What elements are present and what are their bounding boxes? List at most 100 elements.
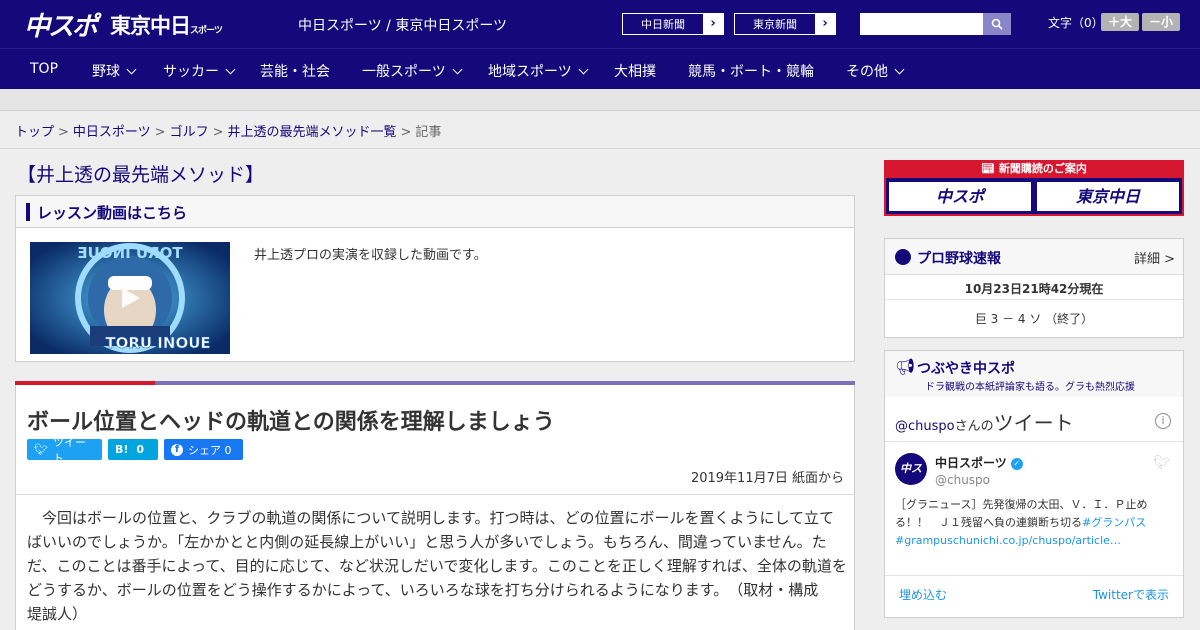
breadcrumb-method-list[interactable]: 井上透の最先端メソッド一覧 <box>228 125 397 140</box>
section-title: 【井上透の最先端メソッド】 <box>17 164 265 186</box>
baseball-details-link[interactable]: 詳細 > <box>1134 248 1175 267</box>
tweet-author-name[interactable]: 中日スポーツ ✓ <box>935 454 1023 471</box>
breadcrumb-sep: > <box>400 125 412 140</box>
tweets-subtitle: ドラ観戦の本紙評論家も語る。グラも熱烈応援 <box>925 382 1135 393</box>
breadcrumb-sep: > <box>58 125 69 140</box>
divider <box>885 299 1183 300</box>
nav-item-entertainment[interactable]: 芸能・社会 <box>260 61 330 81</box>
nav-item-soccer[interactable]: サッカー <box>163 61 236 81</box>
twitter-bird-icon[interactable]: 🐦︎ <box>1153 455 1171 471</box>
video-thumbnail[interactable]: TORU INOUE TORU INOUE <box>30 242 230 354</box>
nav-item-baseball[interactable]: 野球 <box>92 61 137 81</box>
chevron-down-icon <box>578 64 589 75</box>
megaphone-icon: 📢︎ <box>895 357 916 376</box>
nav-label: 一般スポーツ <box>362 64 446 80</box>
tweets-title: つぶやき中スポ <box>917 361 1015 377</box>
nav-label: 大相撲 <box>614 64 656 80</box>
article-topline <box>15 381 855 385</box>
main-nav: TOP 野球 サッカー 芸能・社会 一般スポーツ 地域スポーツ 大相撲 競馬・ボ… <box>0 48 1200 89</box>
tweets-header: 📢︎ つぶやき中スポ ドラ観戦の本紙評論家も語る。グラも熱烈応援 <box>885 351 1183 397</box>
timeline-handle[interactable]: @chuspo <box>895 419 955 434</box>
embed-link[interactable]: 埋め込む <box>899 586 947 603</box>
subscription-promo-heading: 📰︎ 新聞購読のご案内 <box>884 160 1184 178</box>
video-thumbnail-art: TORU INOUE TORU INOUE <box>30 242 230 354</box>
search-icon <box>991 18 1003 30</box>
tokyo-chunichi-logo[interactable]: 東京中日スポーツ <box>110 10 223 40</box>
font-size-label: 文字（0） <box>1048 16 1104 30</box>
facebook-share-label: シェア 0 <box>188 443 232 457</box>
breadcrumb-top[interactable]: トップ <box>15 125 54 140</box>
chevron-right-icon: › <box>703 14 723 34</box>
tweet-hashtag-link[interactable]: #グランパス <box>1082 516 1146 529</box>
nav-label: 地域スポーツ <box>488 64 572 80</box>
tweet-button[interactable]: 🐦︎ ツイート <box>27 436 102 465</box>
avatar[interactable]: 中スポ <box>895 453 927 507</box>
chunichi-shimbun-button[interactable]: 中日新聞 › <box>622 13 724 35</box>
nav-label: 芸能・社会 <box>260 64 330 80</box>
subscription-promo-label: 新聞購読のご案内 <box>998 162 1087 175</box>
chevron-down-icon <box>452 64 463 75</box>
baseball-icon <box>895 249 911 265</box>
subscription-promo: 📰︎ 新聞購読のご案内 中スポ 東京中日 <box>884 160 1184 216</box>
video-description: 井上透プロの実演を収録した動画です。 <box>254 248 487 263</box>
tokyo-shimbun-button[interactable]: 東京新聞 › <box>734 13 836 35</box>
hatena-count: 0 <box>136 443 145 456</box>
tweet-text: ［グラニュース］先発復帰の太田、Ｖ．Ｉ．Ｐ止める！！ Ｊ１残留へ負の連鎖断ち切る… <box>895 496 1175 550</box>
timeline-san: さんの <box>954 419 994 434</box>
baseball-scores-title: プロ野球速報 <box>917 251 1001 267</box>
newspaper-icon: 📰︎ <box>981 162 996 175</box>
nav-item-sumo[interactable]: 大相撲 <box>614 61 656 81</box>
baseball-score[interactable]: 巨 3 － 4 ソ （終了） <box>885 310 1183 327</box>
baseball-update-time: 10月23日21時42分現在 <box>964 282 1104 296</box>
chevron-down-icon <box>225 64 236 75</box>
subscribe-tokyo-chunichi-button[interactable]: 東京中日 <box>1037 182 1179 211</box>
search-button[interactable] <box>983 13 1011 35</box>
chevron-down-icon <box>894 64 905 75</box>
tweet-author-handle[interactable]: @chuspo <box>935 473 990 487</box>
tweet-label: ツイート <box>52 435 86 465</box>
info-icon[interactable]: i <box>1155 413 1171 429</box>
article-title: ボール位置とヘッドの軌道との関係を理解しましょう <box>27 410 555 435</box>
nav-item-racing[interactable]: 競馬・ボート・競輪 <box>688 61 814 81</box>
hatena-button[interactable]: B! 0 <box>108 439 158 460</box>
article-topline-accent <box>15 381 155 385</box>
thumbnail-title-mirrored: TORU INOUE <box>77 244 182 262</box>
breadcrumb-sep: > <box>154 125 166 140</box>
search-input[interactable] <box>860 13 983 35</box>
timeline-heading: ツイート <box>993 411 1074 435</box>
timeline-title: @chuspoさんのツイート <box>895 407 1074 436</box>
lesson-video-heading: レッスン動画はこちら <box>37 204 188 222</box>
font-smaller-button[interactable]: －小 <box>1142 13 1180 31</box>
thumbnail-title: TORU INOUE <box>105 334 210 352</box>
chevron-down-icon <box>126 64 137 75</box>
sub-bar <box>0 89 1200 111</box>
article-body: 今回はボールの位置と、クラブの軌道の関係について説明します。打つ時は、どの位置に… <box>27 509 847 623</box>
view-on-twitter-link[interactable]: Twitterで表示 <box>1093 586 1169 603</box>
article: ボール位置とヘッドの軌道との関係を理解しましょう 🐦︎ ツイート B! 0 f シェア… <box>15 381 855 630</box>
divider <box>0 148 1200 149</box>
lesson-video-box: レッスン動画はこちら TORU INOUE TORU INOUE 井上透プロの実… <box>15 195 855 362</box>
chuspo-logo[interactable]: 中スポ <box>24 6 98 43</box>
nav-item-top[interactable]: TOP <box>30 61 58 77</box>
breadcrumb-golf[interactable]: ゴルフ <box>170 125 209 140</box>
breadcrumb-chunichi-sports[interactable]: 中日スポーツ <box>73 125 151 140</box>
breadcrumb-sep: > <box>212 125 224 140</box>
lesson-video-header: レッスン動画はこちら <box>16 196 854 228</box>
tweet-author-label: 中日スポーツ <box>935 456 1007 470</box>
tweet-url-link[interactable]: #grampuschunichi.co.jp/chuspo/article… <box>895 534 1121 547</box>
tokyo-chunichi-logo-text: 東京中日 <box>110 14 191 38</box>
hatena-icon: B! <box>115 443 129 456</box>
subscribe-chuspo-button[interactable]: 中スポ <box>889 182 1031 211</box>
baseball-scores-header: プロ野球速報 詳細 > <box>885 239 1183 275</box>
breadcrumb-current: 記事 <box>415 125 442 140</box>
nav-label: 競馬・ボート・競輪 <box>688 64 814 80</box>
facebook-share-button[interactable]: f シェア 0 <box>164 439 243 460</box>
nav-item-local-sports[interactable]: 地域スポーツ <box>488 61 589 81</box>
nav-label: TOP <box>30 61 59 77</box>
nav-item-general-sports[interactable]: 一般スポーツ <box>362 61 463 81</box>
nav-label: サッカー <box>163 64 219 80</box>
nav-item-other[interactable]: その他 <box>846 61 905 81</box>
font-larger-button[interactable]: ＋大 <box>1101 13 1139 31</box>
verified-icon: ✓ <box>1010 458 1023 470</box>
heading-bar <box>26 203 30 221</box>
